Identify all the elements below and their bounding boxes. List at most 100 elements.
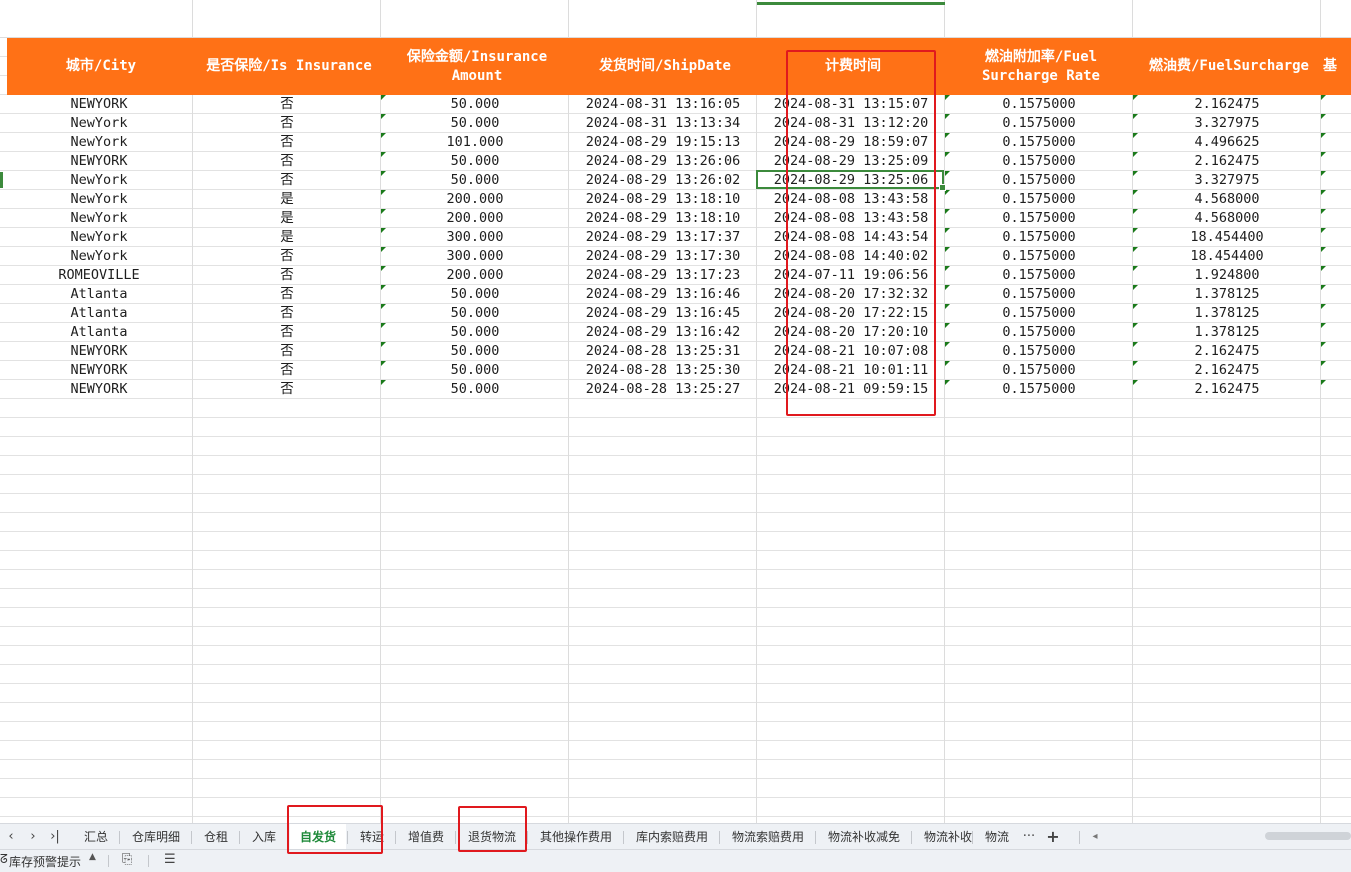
table-cell[interactable]: NewYork [5,171,193,190]
table-cell[interactable]: 200.000 [381,190,569,209]
spreadsheet-grid[interactable]: 城市/City 是否保险/Is Insurance 保险金额/Insurance A… [0,0,1351,823]
empty-top-row[interactable] [0,0,1351,38]
table-cell[interactable]: NewYork [5,190,193,209]
header-cell[interactable]: 城市/City [7,38,195,95]
table-cell[interactable]: 1.378125 [1133,323,1321,342]
sheet-tab[interactable]: 物流补收 [924,824,972,850]
table-cell[interactable]: 200.000 [381,209,569,228]
table-cell[interactable]: 2024-08-29 13:26:02 [569,171,757,190]
table-cell[interactable]: ROMEOVILLE [5,266,193,285]
table-cell[interactable]: 1.378125 [1133,285,1321,304]
sheet-tab[interactable]: 增值费 [408,824,444,850]
table-cell[interactable]: 2024-08-31 13:16:05 [569,95,757,114]
table-cell[interactable]: 4.568000 [1133,190,1321,209]
table-cell[interactable]: 2024-08-29 13:26:06 [569,152,757,171]
table-cell[interactable]: NEWYORK [5,342,193,361]
table-cell[interactable]: 否 [193,323,381,342]
table-cell[interactable]: Atlanta [5,323,193,342]
table-cell[interactable]: 2024-08-29 13:16:42 [569,323,757,342]
table-cell[interactable]: 2024-08-29 13:18:10 [569,190,757,209]
sheet-tab[interactable]: 其他操作费用 [540,824,612,850]
table-cell[interactable]: 否 [193,266,381,285]
table-cell[interactable]: 0.1575000 [945,190,1133,209]
table-cell[interactable]: NEWYORK [5,152,193,171]
table-cell[interactable]: Atlanta [5,285,193,304]
table-cell[interactable]: 2024-08-29 13:17:37 [569,228,757,247]
chevron-up-icon[interactable]: ▲ [89,852,96,862]
table-cell[interactable]: 50.000 [381,152,569,171]
fill-handle[interactable] [939,184,946,191]
table-cell[interactable]: 0.1575000 [945,361,1133,380]
table-cell[interactable]: 50.000 [381,95,569,114]
table-cell[interactable]: 2024-08-28 13:25:31 [569,342,757,361]
table-cell[interactable]: 50.000 [381,285,569,304]
table-cell[interactable]: 2024-08-29 13:17:23 [569,266,757,285]
table-cell[interactable]: 0.1575000 [945,380,1133,399]
table-cell[interactable]: 否 [193,152,381,171]
sheet-tab[interactable]: 库内索赔费用 [636,824,708,850]
table-cell[interactable]: 2.162475 [1133,152,1321,171]
table-cell[interactable]: 18.454400 [1133,228,1321,247]
table-cell[interactable]: 300.000 [381,247,569,266]
table-cell[interactable]: 否 [193,304,381,323]
table-cell[interactable]: 300.000 [381,228,569,247]
table-cell[interactable]: 1.924800 [1133,266,1321,285]
table-cell[interactable]: 0.1575000 [945,152,1133,171]
table-cell[interactable]: 50.000 [381,323,569,342]
table-cell[interactable]: 是 [193,190,381,209]
table-cell[interactable]: 2.162475 [1133,380,1321,399]
table-cell[interactable]: NewYork [5,133,193,152]
table-cell[interactable]: NewYork [5,247,193,266]
table-cell[interactable]: 0.1575000 [945,209,1133,228]
table-cell[interactable]: NEWYORK [5,380,193,399]
table-cell[interactable]: 2024-08-31 13:13:34 [569,114,757,133]
table-cell[interactable]: 50.000 [381,361,569,380]
sheet-list-icon[interactable]: ☰ [164,852,176,867]
table-cell[interactable]: 0.1575000 [945,228,1133,247]
table-cell[interactable]: 2024-08-29 13:16:45 [569,304,757,323]
next-sheet-button[interactable]: › [26,824,40,850]
table-cell[interactable]: 0.1575000 [945,285,1133,304]
table-cell[interactable]: 4.496625 [1133,133,1321,152]
more-sheets-button[interactable]: ··· [1020,824,1038,850]
table-cell[interactable]: 0.1575000 [945,171,1133,190]
macro-icon[interactable]: ⎘ [122,852,132,867]
table-cell[interactable]: 50.000 [381,304,569,323]
table-cell[interactable]: 是 [193,209,381,228]
header-cell[interactable]: 保险金额/Insurance Amount [383,38,571,95]
inventory-warning-label[interactable]: 库存预警提示 [9,853,81,870]
sheet-tab[interactable]: 物流补收减免 [828,824,900,850]
header-cell[interactable]: 基 [1323,38,1351,95]
table-cell[interactable]: NewYork [5,114,193,133]
table-cell[interactable]: 0.1575000 [945,323,1133,342]
table-cell[interactable]: 101.000 [381,133,569,152]
table-cell[interactable]: 否 [193,285,381,304]
table-cell[interactable]: 1.378125 [1133,304,1321,323]
table-cell[interactable]: 2.162475 [1133,361,1321,380]
header-cell[interactable]: 燃油附加率/Fuel Surcharge Rate [947,38,1135,95]
table-cell[interactable]: 2.162475 [1133,95,1321,114]
table-cell[interactable]: 18.454400 [1133,247,1321,266]
table-cell[interactable]: 0.1575000 [945,95,1133,114]
table-cell[interactable]: 0.1575000 [945,266,1133,285]
table-cell[interactable]: 否 [193,171,381,190]
table-cell[interactable]: 4.568000 [1133,209,1321,228]
table-cell[interactable]: 是 [193,228,381,247]
header-cell[interactable]: 发货时间/ShipDate [571,38,759,95]
table-cell[interactable]: 0.1575000 [945,342,1133,361]
table-cell[interactable]: 否 [193,114,381,133]
table-cell[interactable]: 0.1575000 [945,114,1133,133]
table-cell[interactable]: 否 [193,95,381,114]
header-cell[interactable]: 是否保险/Is Insurance [195,38,383,95]
prev-sheet-button[interactable]: ‹ [4,824,18,850]
sheet-tab[interactable]: 入库 [252,824,276,850]
table-cell[interactable]: 50.000 [381,114,569,133]
scroll-left-icon[interactable]: ◂ [1088,824,1102,850]
sheet-tab[interactable]: 物流 [985,824,1013,850]
table-cell[interactable]: Atlanta [5,304,193,323]
sheet-tab[interactable]: 仓库明细 [132,824,180,850]
table-cell[interactable]: 2024-08-29 13:17:30 [569,247,757,266]
table-cell[interactable]: 2024-08-28 13:25:27 [569,380,757,399]
table-cell[interactable]: 200.000 [381,266,569,285]
sheet-tab[interactable]: 物流索赔费用 [732,824,804,850]
